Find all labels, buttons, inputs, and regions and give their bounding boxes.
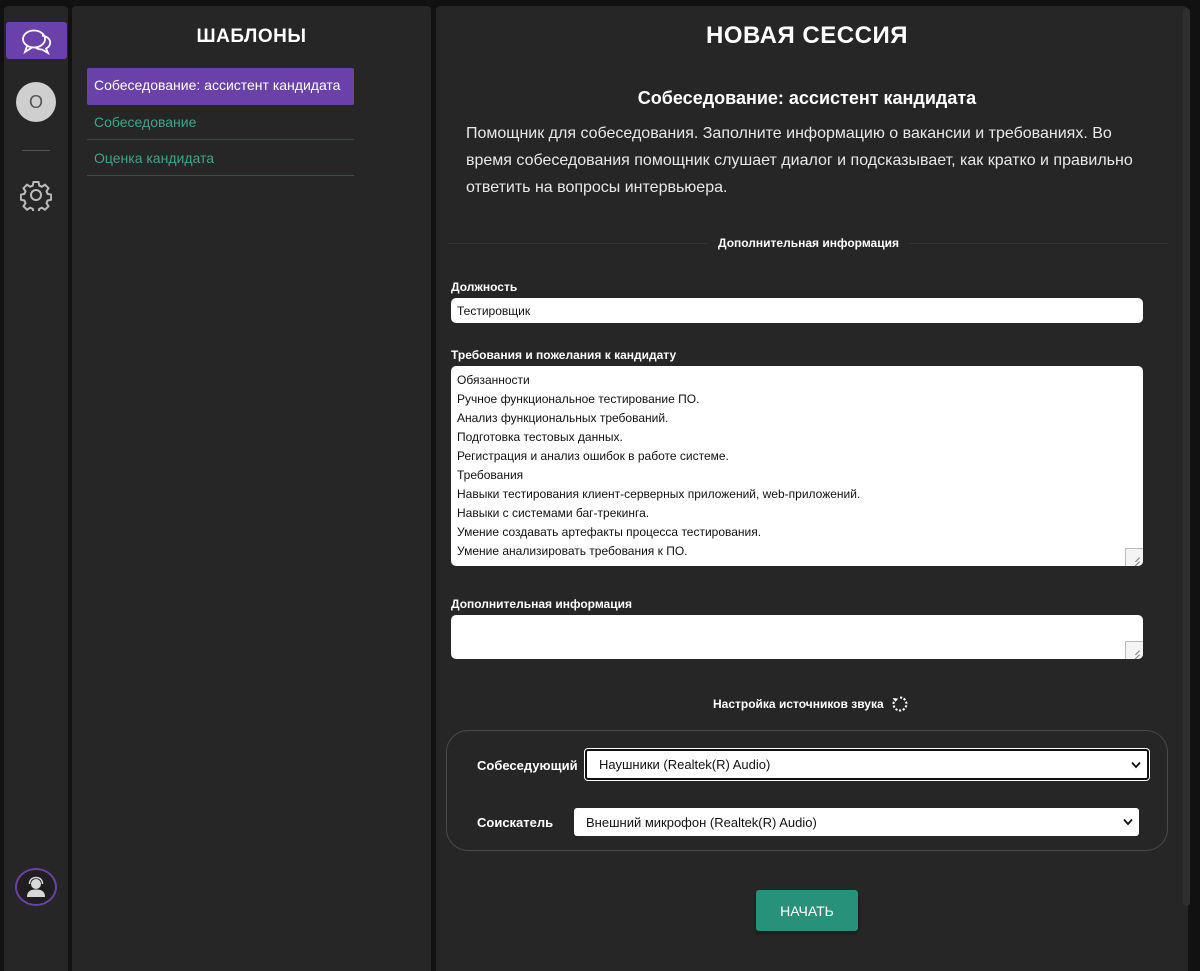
requirements-line: Умение создавать артефакты процесса тест… xyxy=(457,525,762,539)
icon-rail: O xyxy=(4,6,68,971)
start-button[interactable]: НАЧАТЬ xyxy=(756,890,858,931)
requirements-line: Требования xyxy=(457,468,524,482)
requirements-label: Требования и пожелания к кандидату xyxy=(451,348,677,362)
audio-section-label: Настройка источников звука xyxy=(703,696,894,712)
requirements-line: Анализ функциональных требований. xyxy=(457,411,669,425)
audio-sources-box: Собеседующий Наушники (Realtek(R) Audio)… xyxy=(446,730,1168,851)
template-item-interview[interactable]: Собеседование xyxy=(87,105,354,140)
session-template-name: Собеседование: ассистент кандидата xyxy=(637,88,977,108)
new-session-panel: НОВАЯ СЕССИЯ Собеседование: ассистент ка… xyxy=(436,6,1188,971)
chat-icon[interactable] xyxy=(6,22,67,59)
candidate-label: Соискатель xyxy=(477,815,554,830)
chevron-down-icon xyxy=(1123,818,1133,826)
candidate-device-value: Внешний микрофон (Realtek(R) Audio) xyxy=(586,814,817,830)
resize-grip-icon[interactable] xyxy=(1125,641,1143,659)
position-label: Должность xyxy=(451,280,518,294)
extra-section-label: Дополнительная информация xyxy=(708,235,909,251)
template-item-candidate-evaluation[interactable]: Оценка кандидата xyxy=(87,141,354,176)
position-input[interactable] xyxy=(451,298,1143,323)
support-agent-icon[interactable] xyxy=(15,868,57,906)
interviewer-device-select[interactable]: Наушники (Realtek(R) Audio) xyxy=(585,749,1149,780)
page-title: НОВАЯ СЕССИЯ xyxy=(706,22,908,49)
session-description: Помощник для собеседования. Заполните ин… xyxy=(466,125,1133,196)
requirements-line: Обязанности xyxy=(457,373,530,387)
chevron-down-icon xyxy=(1131,761,1141,768)
requirements-line: Ручное функциональное тестирование ПО. xyxy=(457,392,700,406)
requirements-line: Подготовка тестовых данных. xyxy=(457,430,623,444)
requirements-line: Регистрация и анализ ошибок в работе сис… xyxy=(457,449,729,463)
templates-title: ШАБЛОНЫ xyxy=(196,26,307,47)
template-item-candidate-assistant[interactable]: Собеседование: ассистент кандидата xyxy=(87,68,354,105)
settings-gear-icon[interactable] xyxy=(18,177,54,213)
resize-grip-icon[interactable] xyxy=(1125,548,1143,566)
requirements-line: Навыки тестирования клиент-серверных при… xyxy=(457,487,861,501)
rail-divider xyxy=(22,150,50,151)
additional-info-label: Дополнительная информация xyxy=(451,597,632,611)
interviewer-label: Собеседующий xyxy=(477,758,578,773)
user-avatar[interactable]: O xyxy=(16,82,56,122)
requirements-textarea[interactable]: Обязанности Ручное функциональное тестир… xyxy=(451,366,1143,566)
main-scrollbar[interactable] xyxy=(1183,8,1190,906)
requirements-line: Навыки с системами баг-трекинга. xyxy=(457,506,650,520)
interviewer-device-value: Наушники (Realtek(R) Audio) xyxy=(599,757,771,772)
refresh-icon[interactable] xyxy=(891,695,909,713)
templates-panel: ШАБЛОНЫ Собеседование: ассистент кандида… xyxy=(72,6,431,971)
requirements-line: Умение анализировать требования к ПО. xyxy=(457,544,688,558)
additional-info-textarea[interactable] xyxy=(451,615,1143,659)
candidate-device-select[interactable]: Внешний микрофон (Realtek(R) Audio) xyxy=(574,808,1139,836)
